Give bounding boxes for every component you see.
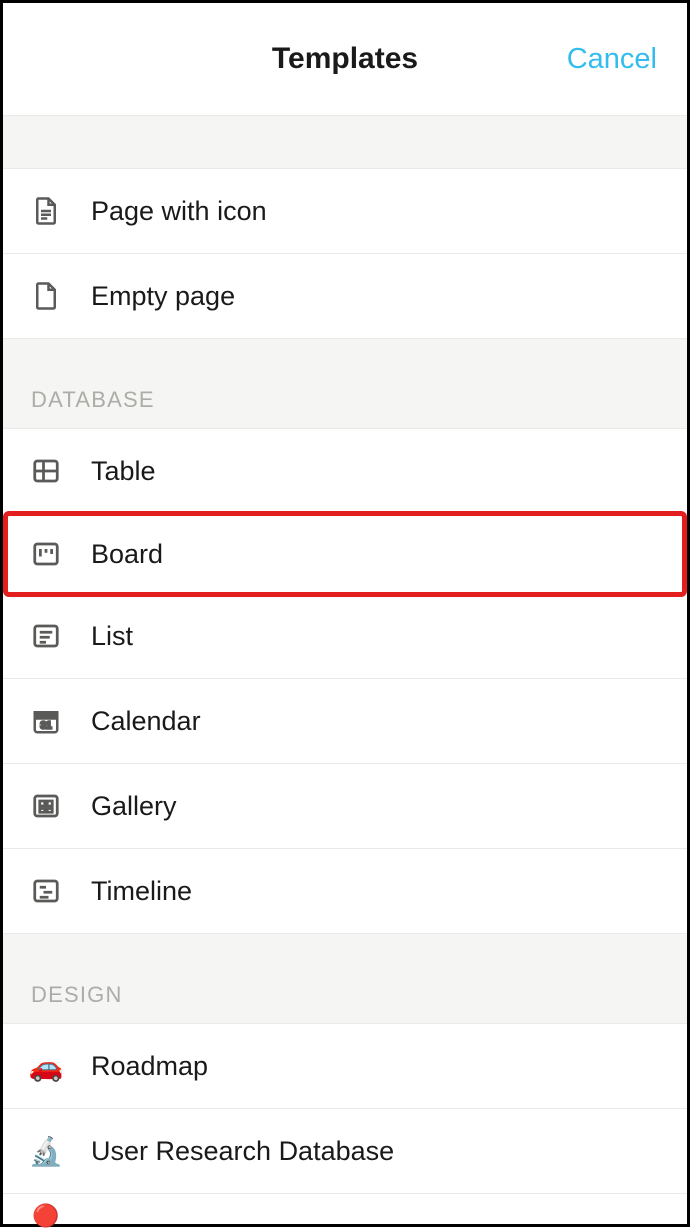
gallery-icon	[31, 791, 61, 821]
list-icon	[31, 621, 61, 651]
template-page-with-icon[interactable]: Page with icon	[3, 169, 687, 254]
template-label: Page with icon	[91, 196, 267, 227]
template-label: Roadmap	[91, 1051, 208, 1082]
template-label: Timeline	[91, 876, 192, 907]
calendar-icon: 31	[31, 706, 61, 736]
board-icon	[31, 539, 61, 569]
template-label: Calendar	[91, 706, 201, 737]
table-icon	[31, 456, 61, 486]
template-roadmap[interactable]: 🚗 Roadmap	[3, 1024, 687, 1109]
header: Templates Cancel	[3, 3, 687, 115]
cancel-button[interactable]: Cancel	[567, 43, 657, 76]
template-timeline[interactable]: Timeline	[3, 849, 687, 934]
template-calendar[interactable]: 31 Calendar	[3, 679, 687, 764]
template-board[interactable]: Board	[3, 511, 687, 597]
template-table[interactable]: Table	[3, 429, 687, 514]
template-empty-page[interactable]: Empty page	[3, 254, 687, 339]
section-spacer	[3, 115, 687, 169]
template-label: Table	[91, 456, 156, 487]
car-emoji-icon: 🚗	[31, 1051, 61, 1081]
microscope-emoji-icon: 🔬	[31, 1136, 61, 1166]
section-header-database: DATABASE	[3, 339, 687, 429]
section-header-design: DESIGN	[3, 934, 687, 1024]
template-label: Gallery	[91, 791, 177, 822]
template-list[interactable]: List	[3, 594, 687, 679]
template-user-research[interactable]: 🔬 User Research Database	[3, 1109, 687, 1194]
section-title: DESIGN	[31, 982, 123, 1008]
template-partial[interactable]: 🔴	[3, 1194, 687, 1224]
template-label: Board	[91, 539, 163, 570]
section-title: DATABASE	[31, 387, 155, 413]
page-title: Templates	[272, 42, 418, 76]
empty-page-icon	[31, 281, 61, 311]
timeline-icon	[31, 876, 61, 906]
page-with-lines-icon	[31, 196, 61, 226]
template-label: User Research Database	[91, 1136, 394, 1167]
template-gallery[interactable]: Gallery	[3, 764, 687, 849]
template-label: Empty page	[91, 281, 235, 312]
svg-text:31: 31	[40, 721, 52, 732]
template-label: List	[91, 621, 133, 652]
